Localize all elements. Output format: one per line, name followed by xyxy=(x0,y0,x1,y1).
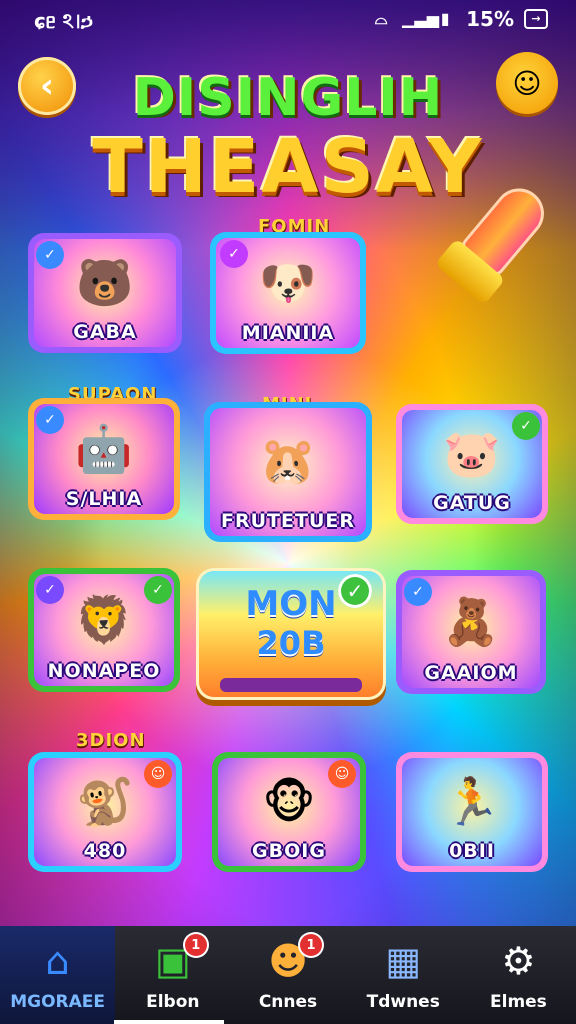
tile-badge-icon: ✓ xyxy=(220,240,248,268)
bear-icon: 🐻 xyxy=(76,255,134,310)
home-icon: ⌂ xyxy=(45,939,70,983)
nav-label: Elbon xyxy=(146,992,200,1012)
game-tile[interactable]: ☺ 🐒 480 xyxy=(28,752,182,872)
tile-badge-icon: ✓ xyxy=(144,576,172,604)
center-line-1: MON xyxy=(245,584,337,624)
active-indicator xyxy=(114,1020,224,1024)
tile-label: GBOIG xyxy=(252,840,326,862)
nav-item-tdwnes[interactable]: ▦ Tdwnes xyxy=(346,926,461,1024)
bottom-nav: ⌂ MGORAEE ▣ 1 Elbon ☻ 1 Cnnes ▦ Tdwnes ⚙… xyxy=(0,926,576,1024)
tile-label: GAAIOM xyxy=(424,662,518,684)
tile-badge-icon: ✓ xyxy=(36,241,64,269)
gear-icon: ⚙ xyxy=(501,939,536,983)
tile-badge-icon: ✓ xyxy=(36,406,64,434)
tile-label: S/LHIA xyxy=(65,488,143,510)
hamster-icon: 🐹 xyxy=(259,433,317,488)
teddy-icon: 🧸 xyxy=(442,594,500,649)
nav-item-elbon[interactable]: ▣ 1 Elbon xyxy=(115,926,230,1024)
tile-label: 480 xyxy=(83,840,127,862)
title-line-1: DISINGLIH xyxy=(132,68,444,128)
tile-label: GATUG xyxy=(433,492,511,514)
game-tile[interactable]: ✓ 🤖 S/LHIA xyxy=(28,398,180,520)
tile-label: GABA xyxy=(73,321,137,343)
cube-icon: ▦ xyxy=(385,939,422,983)
center-line-2: 20B xyxy=(256,624,326,662)
tile-label: 0BII xyxy=(449,840,495,862)
monkey-icon: 🐒 xyxy=(76,774,134,829)
nav-item-home[interactable]: ⌂ MGORAEE xyxy=(0,926,116,1024)
game-tile[interactable]: ✓ 🐷 GATUG xyxy=(396,404,548,524)
game-tile[interactable]: ✓ 🐶 MIANIIA xyxy=(210,232,366,354)
game-tile[interactable]: 🐹 FRUTETUER xyxy=(204,402,372,542)
lion-icon: 🦁 xyxy=(75,592,133,647)
puppy-icon: 🐶 xyxy=(259,255,317,310)
status-bar: ɕᥱ ঽ।ኃ ⌓ ▁▃▅ ▮ 15% → xyxy=(0,0,576,40)
pig-icon: 🐷 xyxy=(443,426,501,481)
monkey-pair-icon: 🐵 xyxy=(262,775,316,830)
tile-label: MIANIIA xyxy=(241,322,335,344)
nav-label: Tdwnes xyxy=(366,992,440,1012)
game-tile[interactable]: 🏃 0BII xyxy=(396,752,548,872)
nav-label: Elmes xyxy=(490,992,547,1012)
center-play-button[interactable]: ✓ MON 20B xyxy=(196,568,386,700)
runner-icon: 🏃 xyxy=(443,774,501,829)
nav-item-cnnes[interactable]: ☻ 1 Cnnes xyxy=(230,926,345,1024)
robot-icon: 🤖 xyxy=(75,421,133,476)
tile-badge-icon: ☺ xyxy=(328,760,356,788)
tile-label: NONAPEO xyxy=(47,660,161,682)
nav-item-elmes[interactable]: ⚙ Elmes xyxy=(461,926,576,1024)
game-tile[interactable]: ☺ 🐵 GBOIG xyxy=(212,752,366,872)
battery-icon: → xyxy=(524,9,548,29)
signal-icon: ▁▃▅ xyxy=(402,9,440,28)
tile-caption-8: 3DION xyxy=(76,730,146,751)
wifi-icon: ⌓ xyxy=(374,9,388,28)
nav-label: MGORAEE xyxy=(10,992,105,1012)
game-tile[interactable]: ✓ 🐻 GABA xyxy=(28,233,182,353)
game-tile[interactable]: ✓ 🧸 GAAIOM xyxy=(396,570,546,694)
status-time: ɕᥱ ঽ।ኃ xyxy=(34,9,93,33)
tile-badge-icon: ✓ xyxy=(36,576,64,604)
nav-label: Cnnes xyxy=(258,992,318,1012)
battery-level-icon: ▮ xyxy=(440,9,450,28)
notification-badge: 1 xyxy=(300,934,322,956)
tile-badge-icon: ✓ xyxy=(404,578,432,606)
game-tile[interactable]: ✓ ✓ 🦁 NONAPEO xyxy=(28,568,180,692)
notification-badge: 1 xyxy=(184,934,207,956)
tile-badge-icon: ☺ xyxy=(144,760,172,788)
tile-badge-icon: ✓ xyxy=(512,412,540,440)
tile-label: FRUTETUER xyxy=(221,510,355,532)
battery-percent: 15% xyxy=(466,7,514,31)
